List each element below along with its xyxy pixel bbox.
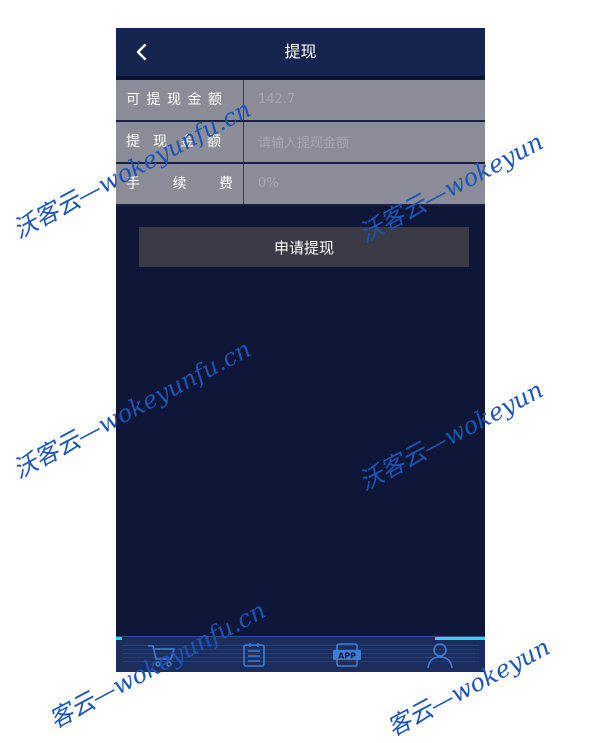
- fee-label-char: 费: [219, 176, 233, 192]
- withdraw-amount-label: 提现金额: [116, 122, 244, 162]
- available-amount-value: 142.7: [258, 92, 296, 107]
- apply-withdraw-button[interactable]: 申请提现: [139, 227, 469, 267]
- tab-cart[interactable]: [144, 640, 178, 670]
- page-title: 提现: [284, 42, 317, 61]
- app-icon: APP: [333, 643, 361, 667]
- withdraw-amount-input[interactable]: [244, 122, 485, 164]
- user-icon: [427, 643, 453, 669]
- fee-label-char: 续: [172, 176, 187, 192]
- available-amount-label: 可提现金额: [116, 80, 244, 120]
- cart-icon: [148, 645, 175, 667]
- app-badge-text: APP: [338, 652, 356, 661]
- tab-app[interactable]: APP: [330, 640, 364, 670]
- fee-row: 手 续 费 0%: [116, 164, 485, 206]
- header-bar: 提现: [116, 28, 485, 79]
- list-icon: [243, 643, 265, 667]
- withdraw-amount-row: 提现金额: [116, 122, 485, 164]
- tab-orders[interactable]: [237, 640, 271, 670]
- bottom-tab-bar: APP: [116, 636, 485, 672]
- withdraw-form: 可提现金额 142.7 提现金额 手 续 费 0%: [116, 80, 485, 206]
- phone-screen: 提现 可提现金额 142.7 提现金额 手 续 费 0% 申请提现: [116, 28, 485, 672]
- fee-label: 手 续 费: [116, 164, 244, 204]
- tab-user[interactable]: [423, 640, 457, 670]
- fee-label-char: 手: [126, 176, 140, 192]
- fee-value: 0%: [258, 176, 279, 191]
- available-amount-row: 可提现金额 142.7: [116, 80, 485, 122]
